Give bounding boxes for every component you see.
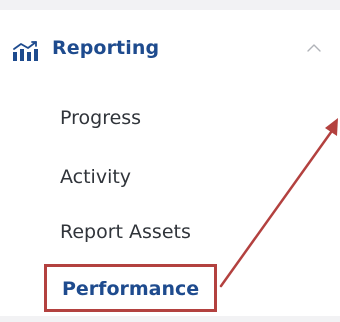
- sidebar-item-progress[interactable]: Progress: [60, 107, 141, 129]
- reporting-section-header[interactable]: Reporting: [0, 28, 340, 72]
- top-divider: [0, 0, 340, 10]
- bottom-divider: [0, 316, 340, 322]
- sidebar-item-report-assets[interactable]: Report Assets: [60, 221, 191, 243]
- annotation-highlight-box: [44, 264, 217, 312]
- chevron-up-icon[interactable]: [305, 42, 323, 54]
- bar-chart-icon: [13, 41, 38, 61]
- section-title-reporting: Reporting: [52, 37, 160, 59]
- sidebar-item-activity[interactable]: Activity: [60, 166, 131, 188]
